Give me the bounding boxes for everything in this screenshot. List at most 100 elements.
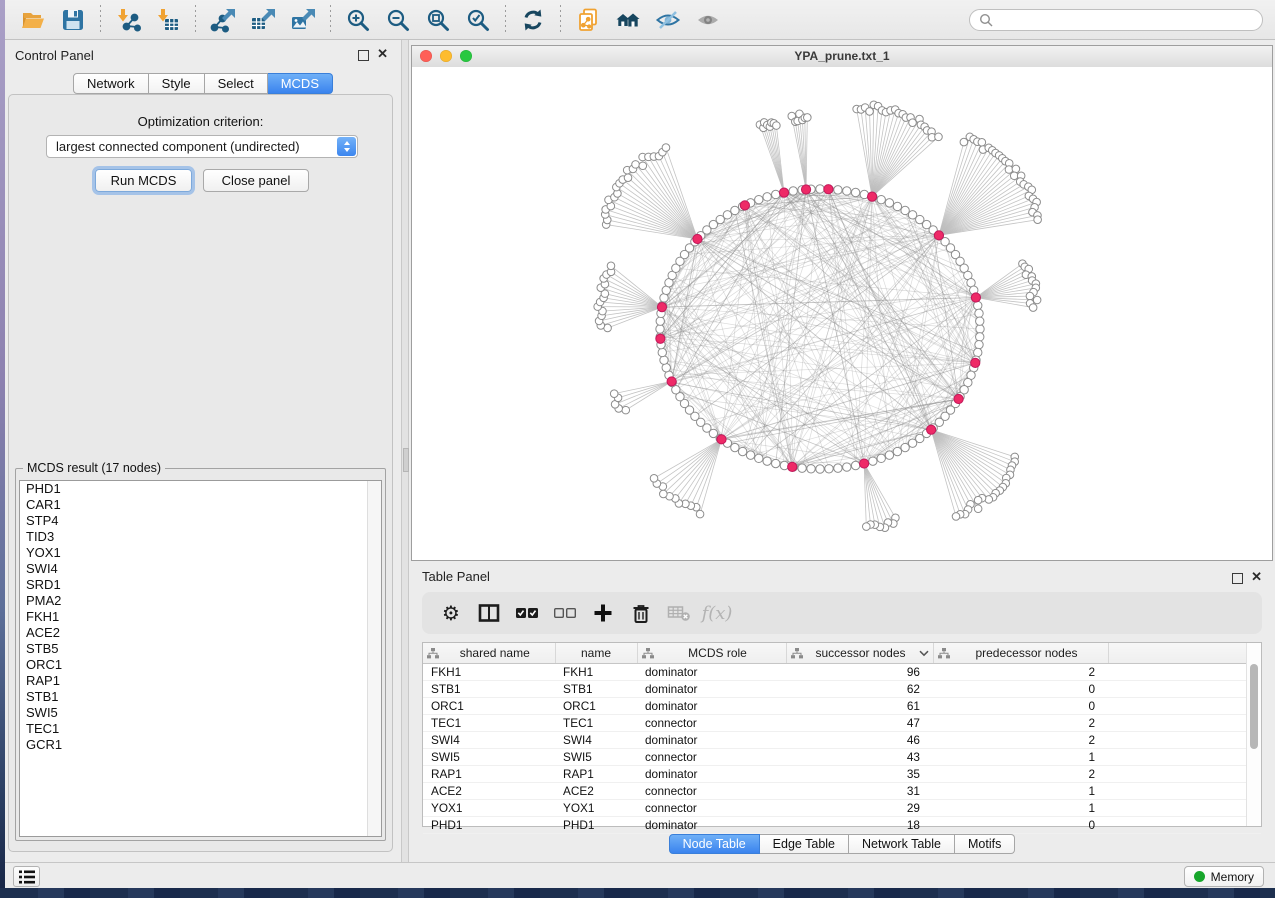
mcds-result-item[interactable]: PHD1 xyxy=(20,481,381,497)
list-scrollbar-track[interactable] xyxy=(367,481,381,836)
close-panel-button[interactable]: Close panel xyxy=(203,169,309,192)
table-cell[interactable]: SWI4 xyxy=(423,732,555,749)
split-table-icon[interactable] xyxy=(470,598,508,628)
table-cell[interactable]: YOX1 xyxy=(555,800,637,817)
settings-gear-icon[interactable]: ⚙ xyxy=(432,598,470,628)
select-all-checkboxes-icon[interactable] xyxy=(508,598,546,628)
table-cell[interactable]: PHD1 xyxy=(555,817,637,834)
table-cell[interactable]: 46 xyxy=(786,732,933,749)
memory-button[interactable]: Memory xyxy=(1184,866,1264,887)
table-cell[interactable]: SWI5 xyxy=(555,749,637,766)
table-cell[interactable]: 0 xyxy=(933,681,1108,698)
float-table-panel-icon[interactable] xyxy=(1232,573,1243,584)
tab-network[interactable]: Network xyxy=(73,73,149,94)
mcds-result-item[interactable]: SWI5 xyxy=(20,705,381,721)
table-cell[interactable]: FKH1 xyxy=(555,664,637,681)
table-cell[interactable]: STB1 xyxy=(555,681,637,698)
column-header-name[interactable]: name xyxy=(555,643,637,664)
table-row[interactable]: STB1STB1dominator620 xyxy=(423,681,1261,698)
table-cell[interactable]: connector xyxy=(637,715,786,732)
search-box[interactable] xyxy=(969,9,1263,31)
network-graph[interactable] xyxy=(412,67,1272,560)
table-cell[interactable]: 1 xyxy=(933,783,1108,800)
deselect-all-checkboxes-icon[interactable] xyxy=(546,598,584,628)
duplicate-pages-icon[interactable] xyxy=(568,4,608,36)
mcds-result-item[interactable]: TID3 xyxy=(20,529,381,545)
table-cell[interactable]: RAP1 xyxy=(423,766,555,783)
hide-graphics-details-icon[interactable] xyxy=(648,4,688,36)
zoom-selected-icon[interactable] xyxy=(458,4,498,36)
panel-splitter[interactable] xyxy=(401,40,409,862)
criterion-dropdown[interactable]: largest connected component (undirected) xyxy=(46,135,358,158)
table-cell[interactable]: 35 xyxy=(786,766,933,783)
table-cell[interactable]: 2 xyxy=(933,715,1108,732)
table-cell[interactable]: 29 xyxy=(786,800,933,817)
table-cell[interactable]: 43 xyxy=(786,749,933,766)
table-cell[interactable]: 61 xyxy=(786,698,933,715)
mcds-result-item[interactable]: TEC1 xyxy=(20,721,381,737)
table-cell[interactable]: connector xyxy=(637,800,786,817)
run-mcds-button[interactable]: Run MCDS xyxy=(95,169,192,192)
table-row[interactable]: RAP1RAP1dominator352 xyxy=(423,766,1261,783)
open-file-icon[interactable] xyxy=(13,4,53,36)
mcds-result-item[interactable]: FKH1 xyxy=(20,609,381,625)
zoom-in-icon[interactable] xyxy=(338,4,378,36)
mcds-result-item[interactable]: SRD1 xyxy=(20,577,381,593)
show-graphics-details-icon[interactable] xyxy=(688,4,728,36)
mcds-result-item[interactable]: YOX1 xyxy=(20,545,381,561)
tab-node-table[interactable]: Node Table xyxy=(669,834,760,854)
import-network-icon[interactable] xyxy=(108,4,148,36)
table-cell[interactable]: 96 xyxy=(786,664,933,681)
table-cell[interactable]: RAP1 xyxy=(555,766,637,783)
search-input[interactable] xyxy=(999,12,1253,28)
table-cell[interactable]: ACE2 xyxy=(555,783,637,800)
tab-edge-table[interactable]: Edge Table xyxy=(760,834,849,854)
home-overview-icon[interactable] xyxy=(608,4,648,36)
table-cell[interactable]: 0 xyxy=(933,817,1108,834)
mcds-result-item[interactable]: SWI4 xyxy=(20,561,381,577)
table-row[interactable]: YOX1YOX1connector291 xyxy=(423,800,1261,817)
tab-network-table[interactable]: Network Table xyxy=(849,834,955,854)
table-cell[interactable]: ORC1 xyxy=(555,698,637,715)
table-cell[interactable]: TEC1 xyxy=(423,715,555,732)
table-cell[interactable]: 62 xyxy=(786,681,933,698)
table-cell[interactable]: 2 xyxy=(933,732,1108,749)
table-cell[interactable]: dominator xyxy=(637,732,786,749)
table-cell[interactable]: 1 xyxy=(933,749,1108,766)
mcds-result-item[interactable]: ORC1 xyxy=(20,657,381,673)
mcds-result-item[interactable]: STB5 xyxy=(20,641,381,657)
table-cell[interactable]: SWI5 xyxy=(423,749,555,766)
close-panel-icon[interactable]: ✕ xyxy=(377,46,388,61)
table-cell[interactable]: 1 xyxy=(933,800,1108,817)
mcds-result-item[interactable]: STB1 xyxy=(20,689,381,705)
table-row[interactable]: ORC1ORC1dominator610 xyxy=(423,698,1261,715)
save-session-icon[interactable] xyxy=(53,4,93,36)
table-cell[interactable]: ACE2 xyxy=(423,783,555,800)
table-scrollbar-thumb[interactable] xyxy=(1250,664,1258,749)
table-cell[interactable]: 47 xyxy=(786,715,933,732)
table-cell[interactable]: 2 xyxy=(933,664,1108,681)
table-row[interactable]: TEC1TEC1connector472 xyxy=(423,715,1261,732)
column-header-predecessor-nodes[interactable]: predecessor nodes xyxy=(933,643,1108,664)
float-window-icon[interactable] xyxy=(358,50,369,61)
table-cell[interactable]: dominator xyxy=(637,681,786,698)
table-row[interactable]: ACE2ACE2connector311 xyxy=(423,783,1261,800)
status-menu-button[interactable] xyxy=(13,866,40,887)
column-header-successor-nodes[interactable]: successor nodes xyxy=(786,643,933,664)
table-scrollbar[interactable] xyxy=(1246,643,1261,826)
export-network-icon[interactable] xyxy=(203,4,243,36)
zoom-out-icon[interactable] xyxy=(378,4,418,36)
table-row[interactable]: FKH1FKH1dominator962 xyxy=(423,664,1261,681)
mcds-result-item[interactable]: RAP1 xyxy=(20,673,381,689)
table-cell[interactable]: connector xyxy=(637,749,786,766)
table-cell[interactable]: dominator xyxy=(637,698,786,715)
table-cell[interactable]: connector xyxy=(637,783,786,800)
zoom-fit-icon[interactable] xyxy=(418,4,458,36)
tab-select[interactable]: Select xyxy=(205,73,268,94)
close-table-panel-icon[interactable]: ✕ xyxy=(1251,569,1262,584)
table-cell[interactable]: dominator xyxy=(637,817,786,834)
table-cell[interactable]: 2 xyxy=(933,766,1108,783)
export-table-icon[interactable] xyxy=(243,4,283,36)
export-image-icon[interactable] xyxy=(283,4,323,36)
mcds-result-item[interactable]: ACE2 xyxy=(20,625,381,641)
